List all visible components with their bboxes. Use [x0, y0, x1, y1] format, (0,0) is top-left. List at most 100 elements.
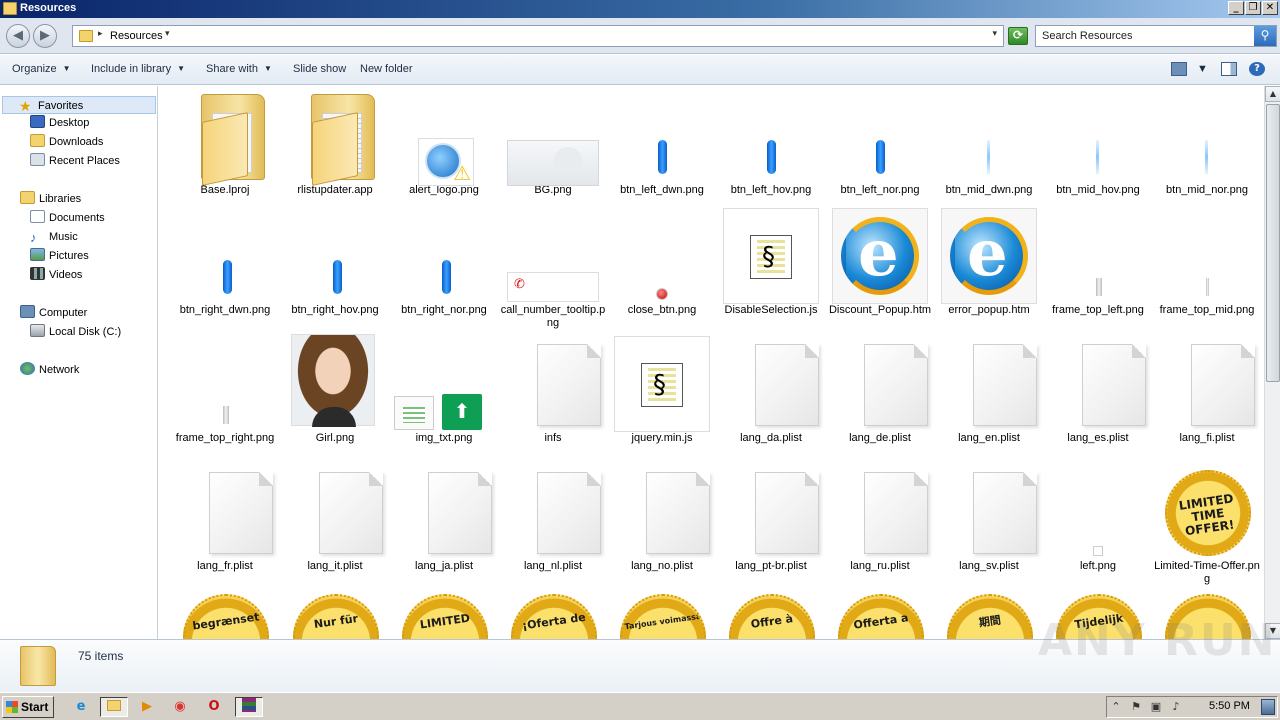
show-desktop-icon[interactable] — [1261, 699, 1275, 715]
file-item[interactable]: Girl.png — [280, 334, 390, 445]
file-item[interactable]: LIMITED — [389, 594, 499, 639]
internet-explorer-icon[interactable]: e — [70, 697, 92, 717]
chrome-icon[interactable]: ◉ — [169, 697, 191, 717]
organize-button[interactable]: Organize ▼ — [12, 63, 71, 75]
network-icon[interactable]: ▣ — [1149, 700, 1163, 714]
change-view-icon[interactable] — [1171, 62, 1187, 76]
help-icon[interactable]: ? — [1249, 62, 1265, 76]
file-item[interactable]: lang_ja.plist — [389, 464, 499, 573]
file-item[interactable]: btn_left_dwn.png — [607, 88, 717, 197]
file-item[interactable]: 期間 — [934, 594, 1044, 639]
file-item[interactable]: ¡Oferta de — [498, 594, 608, 639]
nav-music[interactable]: ♪ Music — [30, 228, 78, 246]
file-item[interactable]: lang_sv.plist — [934, 464, 1044, 573]
file-item[interactable]: btn_mid_nor.png — [1152, 88, 1262, 197]
file-item[interactable]: btn_left_hov.png — [716, 88, 826, 197]
nav-libraries[interactable]: Libraries — [20, 190, 81, 208]
nav-videos[interactable]: Videos — [30, 266, 82, 284]
volume-icon[interactable]: ♪ — [1169, 700, 1183, 714]
file-item[interactable]: lang_en.plist — [934, 336, 1044, 445]
file-item[interactable]: lang_fr.plist — [170, 464, 280, 573]
file-item[interactable]: btn_mid_dwn.png — [934, 88, 1044, 197]
file-item[interactable]: btn_left_nor.png — [825, 88, 935, 197]
view-options-chevron-icon[interactable]: ▼ — [1197, 63, 1208, 75]
file-item[interactable]: frame_top_left.png — [1043, 208, 1153, 317]
slide-show-button[interactable]: Slide show — [293, 63, 346, 75]
file-item[interactable]: call_number_tooltip.png — [498, 208, 608, 330]
file-item[interactable]: begrænset — [170, 594, 280, 639]
file-item[interactable]: error_popup.htm — [934, 208, 1044, 317]
file-item[interactable]: btn_right_nor.png — [389, 208, 499, 317]
file-item[interactable]: Discount_Popup.htm — [825, 208, 935, 317]
back-button[interactable]: ◀ — [6, 24, 30, 48]
file-item[interactable]: Nur für — [280, 594, 390, 639]
file-item[interactable]: BG.png — [498, 88, 608, 197]
file-item[interactable]: lang_da.plist — [716, 336, 826, 445]
preview-pane-icon[interactable] — [1221, 62, 1237, 76]
share-with-button[interactable]: Share with ▼ — [206, 63, 272, 75]
file-item[interactable]: jquery.min.js — [607, 336, 717, 445]
file-item[interactable]: frame_top_right.png — [170, 336, 280, 445]
include-in-library-button[interactable]: Include in library ▼ — [91, 63, 185, 75]
archive-app-taskbar-button[interactable] — [235, 697, 263, 717]
file-item[interactable]: close_btn.png — [607, 208, 717, 317]
file-item[interactable]: lang_fi.plist — [1152, 336, 1262, 445]
file-item[interactable]: Tarjous voimassa — [607, 594, 717, 639]
nav-desktop[interactable]: Desktop — [30, 114, 89, 132]
file-list[interactable]: Base.lproj rlistupdater.app ⚠ alert_logo.… — [160, 86, 1264, 639]
forward-button[interactable]: ▶ — [33, 24, 57, 48]
breadcrumb-resources[interactable]: Resources — [110, 30, 163, 42]
media-player-icon[interactable]: ▶ — [136, 697, 158, 717]
vertical-scrollbar[interactable]: ▲ ▼ — [1264, 86, 1280, 639]
file-item[interactable]: ⚠ alert_logo.png — [389, 88, 499, 197]
file-item[interactable]: left.png — [1043, 464, 1153, 573]
flag-icon[interactable]: ⚑ — [1129, 700, 1143, 714]
explorer-taskbar-button[interactable] — [100, 697, 128, 717]
file-item[interactable]: lang_pt-br.plist — [716, 464, 826, 573]
nav-downloads[interactable]: Downloads — [30, 133, 103, 151]
nav-computer[interactable]: Computer — [20, 304, 87, 322]
maximize-button[interactable]: ❐ — [1245, 1, 1261, 15]
minimize-button[interactable]: _ — [1228, 1, 1244, 15]
new-folder-button[interactable]: New folder — [360, 63, 413, 75]
nav-favorites[interactable]: ★ Favorites — [2, 96, 156, 114]
file-item[interactable]: infs — [498, 336, 608, 445]
file-item[interactable]: rlistupdater.app — [280, 88, 390, 197]
file-item[interactable]: DisableSelection.js — [716, 208, 826, 317]
scroll-up-icon[interactable]: ▲ — [1265, 86, 1280, 102]
search-box[interactable]: ⚲ — [1035, 25, 1277, 47]
clock[interactable]: 5:50 PM — [1209, 700, 1250, 712]
file-item[interactable]: lang_it.plist — [280, 464, 390, 573]
file-item[interactable]: btn_right_hov.png — [280, 208, 390, 317]
address-field[interactable]: ▸ Resources ▾ ▾ — [72, 25, 1004, 47]
file-item[interactable]: Base.lproj — [170, 88, 280, 197]
search-input[interactable] — [1036, 26, 1254, 46]
breadcrumb-separator-icon[interactable]: ▸ — [98, 29, 103, 39]
file-item[interactable]: lang_nl.plist — [498, 464, 608, 573]
file-item[interactable]: frame_top_mid.png — [1152, 208, 1262, 317]
file-item[interactable]: lang_no.plist — [607, 464, 717, 573]
breadcrumb-dropdown-icon[interactable]: ▾ — [165, 29, 170, 39]
file-item[interactable]: ⬆ img_txt.png — [389, 336, 499, 445]
file-item[interactable]: Offerta a — [825, 594, 935, 639]
show-hidden-icons-icon[interactable]: ⌃ — [1109, 700, 1123, 714]
opera-icon[interactable]: O — [203, 697, 225, 717]
nav-network[interactable]: Network — [20, 361, 79, 379]
search-icon[interactable]: ⚲ — [1254, 26, 1276, 46]
nav-documents[interactable]: Documents — [30, 209, 105, 227]
refresh-button[interactable]: ⟳ — [1008, 27, 1028, 45]
nav-local-disk[interactable]: Local Disk (C:) — [30, 323, 121, 341]
close-button[interactable]: ✕ — [1262, 1, 1278, 15]
file-item[interactable]: lang_ru.plist — [825, 464, 935, 573]
file-item[interactable]: lang_de.plist — [825, 336, 935, 445]
nav-pictures[interactable]: Pictures — [30, 247, 89, 265]
file-item[interactable]: btn_mid_hov.png — [1043, 88, 1153, 197]
file-item[interactable]: btn_right_dwn.png — [170, 208, 280, 317]
file-item[interactable]: lang_es.plist — [1043, 336, 1153, 445]
start-button[interactable]: Start — [2, 696, 54, 718]
file-item[interactable]: LIMITED TIME OFFER! Limited-Time-Offer.pn… — [1152, 464, 1262, 586]
address-history-dropdown-icon[interactable]: ▾ — [992, 29, 997, 39]
window-title-bar[interactable]: Resources _ ❐ ✕ — [0, 0, 1280, 18]
file-item[interactable]: Offre à — [716, 594, 826, 639]
nav-recent-places[interactable]: Recent Places — [30, 152, 120, 170]
